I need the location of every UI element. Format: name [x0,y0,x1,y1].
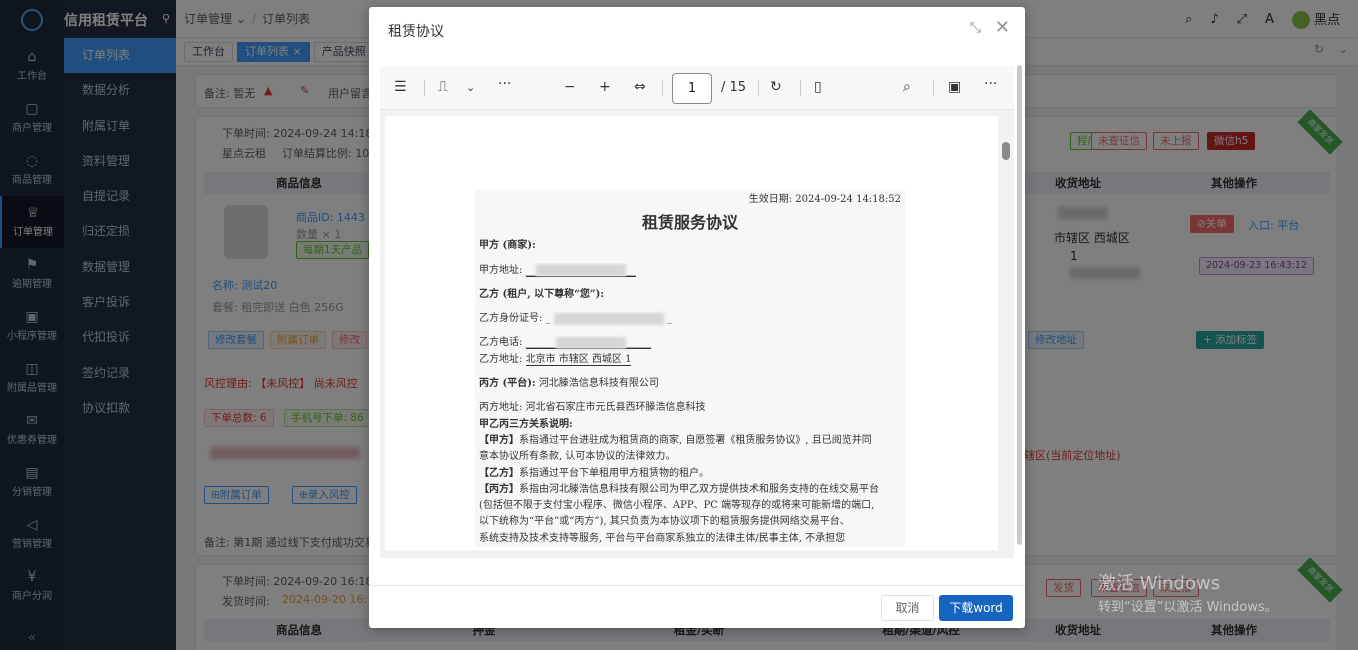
dialog-footer: 取消 下载word [369,585,1025,628]
party-b-desc: 【乙方】系指通过平台下单租用甲方租赁物的租户。 [479,466,901,482]
label: 丙方 (平台): [479,378,536,390]
dialog-title: 租赁协议 [388,24,444,40]
label: 【乙方】 [479,467,519,479]
party-c-desc: 【丙方】系指由河北滕浩信息科技有限公司为甲乙双方提供技术和服务支持的在线交易平台 [479,482,901,498]
party-c-desc-2: (包括但不限于支付宝小程序、微信小程序、APP、PC 端等现存的或将来可能新增的… [479,500,875,512]
address-value: 北京市 市辖区 西城区 1 [525,353,632,366]
party-c-desc-4: 系统支持及技术支持等服务, 平台与平台商家系独立的法律主体/民事主体, 不承担您 [479,532,846,544]
text: 系指由河北滕浩信息科技有限公司为甲乙双方提供技术和服务支持的在线交易平台 [519,483,879,495]
outline-icon[interactable]: ☰ [394,79,407,95]
label: 乙方身份证号: [479,313,543,325]
party-a: 甲方 (商家): [479,240,536,252]
rotate-icon[interactable]: ↻ [770,79,782,95]
party-c: 丙方 (平台): 河北滕浩信息科技有限公司 [479,376,901,392]
party-b-address: 乙方地址: 北京市 市辖区 西城区 1 [479,352,901,368]
label: 乙方地址: [479,353,523,365]
text: 系指通过平台进驻成为租赁商的商家, 自愿签署《租赁服务协议》, 且已阅览并同 [519,434,872,446]
agreement-dialog: 租赁协议 ⤡ ✕ ☰ ⎍ ⌄ ··· − + ⇔ 1 / 15 ↻ ▯ ⌕ ▣ … [369,7,1025,628]
effective-date: 生效日期: 2024-09-24 14:18:52 [748,194,901,205]
document-page-area[interactable]: 生效日期: 2024-09-24 14:18:52 租赁服务协议 甲方 (商家)… [385,116,998,550]
dialog-scrollbar[interactable] [1017,65,1022,545]
page-view-icon[interactable]: ▯ [814,79,822,95]
document-scrollbar[interactable] [1002,130,1010,546]
pdf-viewer: ☰ ⎍ ⌄ ··· − + ⇔ 1 / 15 ↻ ▯ ⌕ ▣ ··· 生效日期:… [380,66,1014,558]
zoom-out-icon[interactable]: − [564,79,576,95]
label: 【甲方】 [479,434,519,446]
label: 乙方电话: [479,337,523,349]
party-b: 乙方 (租户, 以下尊称“您”): [479,288,605,300]
more-icon[interactable]: ··· [498,76,511,92]
label: 甲方地址: [479,264,523,276]
agreement-page: 生效日期: 2024-09-24 14:18:52 租赁服务协议 甲方 (商家)… [475,190,905,548]
search-icon[interactable]: ⌕ [903,79,911,95]
text: 系指通过平台下单租用甲方租赁物的租户。 [519,467,709,479]
highlight-icon[interactable]: ⎍ [438,79,448,95]
label: 【丙方】 [479,483,519,495]
party-a-address: 甲方地址: __ __ [479,264,636,277]
download-word-button[interactable]: 下载word [939,595,1013,621]
viewer-toolbar: ☰ ⎍ ⌄ ··· − + ⇔ 1 / 15 ↻ ▯ ⌕ ▣ ··· [380,66,1014,110]
chevron-down-icon[interactable]: ⌄ [466,81,475,94]
fit-width-icon[interactable]: ⇔ [634,79,646,95]
party-c-address: 丙方地址: 河北省石家庄市元氏县西环滕浩信息科技 [479,402,706,414]
party-a-desc: 【甲方】系指通过平台进驻成为租赁商的商家, 自愿签署《租赁服务协议》, 且已阅览… [479,433,901,449]
watermark-line1: 激活 Windows [1098,573,1221,594]
party-a-desc-cont: 意本协议所有条款, 认可本协议的法律效力。 [479,451,676,463]
close-icon[interactable]: ✕ [995,17,1010,38]
party-c-name: 河北滕浩信息科技有限公司 [538,378,659,390]
more-icon[interactable]: ··· [984,76,997,92]
relation-heading: 甲乙丙三方关系说明: [479,418,573,430]
zoom-in-icon[interactable]: + [599,79,611,95]
watermark-line2: 转到“设置”以激活 Windows。 [1098,600,1278,615]
page-total: / 15 [721,80,747,95]
party-b-phone: 乙方电话: ______ _____ [479,336,651,350]
scroll-thumb[interactable] [1002,142,1010,160]
party-b-id: 乙方身份证号: _ _ [479,312,672,325]
agreement-title: 租赁服务协议 [641,213,738,233]
party-c-desc-3: 以下统称为“平台”或“丙方”), 其只负责为本协议项下的租赁服务提供网络交易平台… [479,516,850,528]
page-number-input[interactable]: 1 [672,73,712,104]
windows-activation-watermark: 激活 Windows 转到“设置”以激活 Windows。 [1098,572,1278,620]
fullscreen-icon[interactable]: ⤡ [970,20,981,36]
cancel-button[interactable]: 取消 [881,595,934,621]
save-icon[interactable]: ▣ [948,79,961,95]
